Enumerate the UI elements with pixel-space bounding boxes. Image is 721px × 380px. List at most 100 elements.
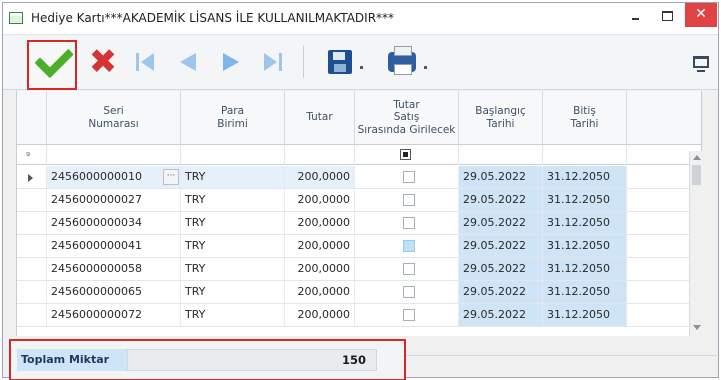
filter-checkbox[interactable] <box>400 149 411 160</box>
cell-baslangic[interactable]: 29.05.2022 <box>459 304 543 326</box>
total-footer: Toplam Miktar 150 <box>9 339 406 380</box>
filter-row[interactable]: ₉ <box>17 145 701 165</box>
cell-baslangic[interactable]: 29.05.2022 <box>459 166 543 188</box>
cell-tutar[interactable]: 200,0000 <box>285 281 355 303</box>
cell-baslangic[interactable]: 29.05.2022 <box>459 189 543 211</box>
filter-baslangic[interactable] <box>459 145 543 165</box>
cell-seri[interactable]: 2456000000027 <box>47 189 181 211</box>
cell-bitis[interactable]: 31.12.2050 <box>543 281 627 303</box>
column-header-baslangic[interactable]: Başlangıç Tarihi <box>459 91 543 145</box>
vertical-scrollbar[interactable] <box>689 151 702 336</box>
maximize-button[interactable] <box>652 3 682 27</box>
cell-tutar[interactable]: 200,0000 <box>285 304 355 326</box>
cell-seri[interactable]: 2456000000072 <box>47 304 181 326</box>
cell-para[interactable]: TRY <box>181 189 285 211</box>
cell-bitis[interactable]: 31.12.2050 <box>543 189 627 211</box>
previous-record-button[interactable] <box>168 42 208 82</box>
cell-seri[interactable]: 2456000000065 <box>47 281 181 303</box>
toolbar-separator <box>303 46 304 78</box>
column-header-para-birimi[interactable]: Para Birimi <box>181 91 285 145</box>
cell-baslangic[interactable]: 29.05.2022 <box>459 258 543 280</box>
row-indicator-header <box>17 91 47 145</box>
scroll-down-icon[interactable] <box>693 325 701 330</box>
total-field <box>127 349 377 371</box>
app-window: Hediye Kartı***AKADEMİK LİSANS İLE KULLA… <box>2 2 720 380</box>
cell-bitis[interactable]: 31.12.2050 <box>543 304 627 326</box>
cell-baslangic[interactable]: 29.05.2022 <box>459 235 543 257</box>
filter-para[interactable] <box>181 145 285 165</box>
ellipsis-button[interactable]: ··· <box>163 169 179 185</box>
filter-tutar[interactable] <box>285 145 355 165</box>
cell-tutar[interactable]: 200,0000 <box>285 212 355 234</box>
cell-bitis[interactable]: 31.12.2050 <box>543 212 627 234</box>
satis-checkbox[interactable] <box>403 171 415 183</box>
satis-checkbox[interactable] <box>403 309 415 321</box>
column-header-bitis[interactable]: Bitiş Tarihi <box>543 91 627 145</box>
column-header-tutar[interactable]: Tutar <box>285 91 355 145</box>
cancel-button[interactable]: ✖ <box>83 42 123 82</box>
dropdown-icon <box>423 65 427 69</box>
column-header-satis[interactable]: Tutar Satış Sırasında Girilecek <box>355 91 459 145</box>
cell-para[interactable]: TRY <box>181 212 285 234</box>
printer-icon <box>387 46 416 75</box>
cross-icon: ✖ <box>88 42 118 82</box>
window-title: Hediye Kartı***AKADEMİK LİSANS İLE KULLA… <box>31 11 395 25</box>
satis-checkbox[interactable] <box>403 194 415 206</box>
cell-para[interactable]: TRY <box>181 304 285 326</box>
table-row[interactable]: 2456000000010 ··· TRY 200,0000 29.05.202… <box>17 166 689 189</box>
toolbar: ✖ <box>3 36 718 90</box>
table-row[interactable]: 2456000000027 TRY 200,0000 29.05.2022 31… <box>17 189 689 212</box>
cell-seri[interactable]: 2456000000058 <box>47 258 181 280</box>
cell-seri[interactable]: 2456000000034 <box>47 212 181 234</box>
table-row[interactable]: 2456000000058 TRY 200,0000 29.05.2022 31… <box>17 258 689 281</box>
cell-baslangic[interactable]: 29.05.2022 <box>459 212 543 234</box>
close-button[interactable]: ✕ <box>685 3 717 27</box>
satis-checkbox[interactable] <box>403 263 415 275</box>
cell-tutar[interactable]: 200,0000 <box>285 235 355 257</box>
cell-seri[interactable]: 2456000000010 <box>47 166 181 188</box>
first-record-button[interactable] <box>125 42 165 82</box>
table-row[interactable]: 2456000000034 TRY 200,0000 29.05.2022 31… <box>17 212 689 235</box>
scroll-up-icon[interactable] <box>693 155 701 160</box>
cell-bitis[interactable]: 31.12.2050 <box>543 258 627 280</box>
current-row-icon <box>28 174 33 182</box>
table-row[interactable]: 2456000000041 TRY 200,0000 29.05.2022 31… <box>17 235 689 258</box>
column-header-seri[interactable]: Seri Numarası <box>47 91 181 145</box>
last-record-button[interactable] <box>253 42 293 82</box>
next-icon <box>223 53 239 71</box>
filter-bitis[interactable] <box>543 145 627 165</box>
previous-icon <box>180 53 196 71</box>
print-dropdown-button[interactable] <box>383 42 431 82</box>
filter-seri[interactable] <box>47 145 181 165</box>
cell-tutar[interactable]: 200,0000 <box>285 258 355 280</box>
window-icon <box>9 12 23 24</box>
total-value: 150 <box>342 353 367 367</box>
approve-button[interactable] <box>27 38 77 90</box>
cell-bitis[interactable]: 31.12.2050 <box>543 235 627 257</box>
cell-bitis[interactable]: 31.12.2050 <box>543 166 627 188</box>
cell-para[interactable]: TRY <box>181 258 285 280</box>
satis-checkbox[interactable] <box>403 240 415 252</box>
cell-tutar[interactable]: 200,0000 <box>285 189 355 211</box>
cell-para[interactable]: TRY <box>181 235 285 257</box>
cell-tutar[interactable]: 200,0000 <box>285 166 355 188</box>
table-row[interactable]: 2456000000065 TRY 200,0000 29.05.2022 31… <box>17 281 689 304</box>
save-dropdown-button[interactable] <box>321 42 369 82</box>
cell-para[interactable]: TRY <box>181 281 285 303</box>
total-label: Toplam Miktar <box>17 349 127 371</box>
cell-baslangic[interactable]: 29.05.2022 <box>459 281 543 303</box>
table-row[interactable]: 2456000000072 TRY 200,0000 29.05.2022 31… <box>17 304 689 327</box>
gift-card-grid: Seri Numarası Para Birimi Tutar Tutar Sa… <box>16 91 702 336</box>
satis-checkbox[interactable] <box>403 286 415 298</box>
scroll-thumb[interactable] <box>692 165 701 185</box>
minimize-button[interactable] <box>621 3 651 27</box>
cell-seri[interactable]: 2456000000041 <box>47 235 181 257</box>
satis-checkbox[interactable] <box>403 217 415 229</box>
check-icon <box>34 38 74 79</box>
next-record-button[interactable] <box>211 42 251 82</box>
cell-para[interactable]: TRY <box>181 166 285 188</box>
layout-button[interactable] <box>689 42 713 82</box>
divider <box>406 355 720 356</box>
last-record-icon <box>264 53 277 71</box>
first-record-icon <box>136 53 139 71</box>
